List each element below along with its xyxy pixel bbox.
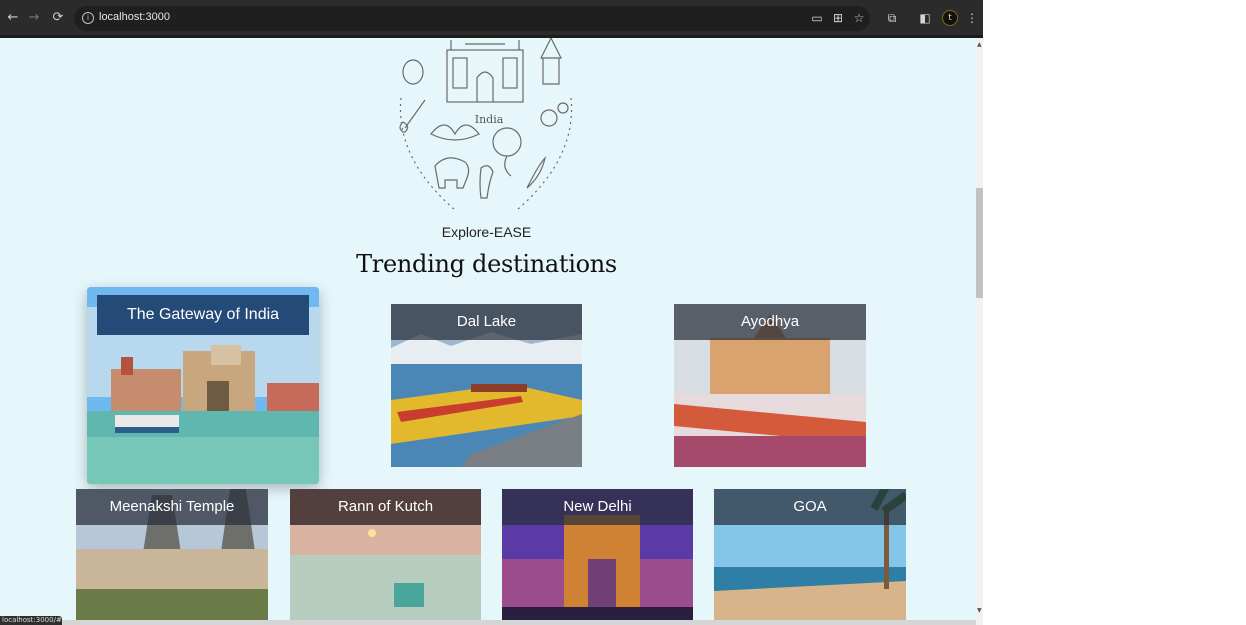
india-doodle-logo: India <box>399 38 573 211</box>
scroll-up-arrow-icon[interactable]: ▲ <box>977 41 982 48</box>
cast-icon[interactable]: ▭ <box>810 11 824 25</box>
destination-title: Rann of Kutch <box>290 489 481 525</box>
url-text[interactable]: localhost:3000 <box>99 11 170 23</box>
destination-title: Ayodhya <box>674 304 866 340</box>
destination-title: Dal Lake <box>391 304 582 340</box>
vertical-scrollbar[interactable] <box>976 38 983 625</box>
section-heading: Trending destinations <box>356 250 617 278</box>
extensions-icon[interactable]: ⧉ <box>884 10 900 26</box>
side-panel-icon[interactable]: ◧ <box>917 10 933 26</box>
destination-card[interactable]: The Gateway of India <box>87 287 319 484</box>
reload-icon[interactable]: ⟳ <box>50 10 66 26</box>
translate-icon[interactable]: ⊞ <box>831 11 845 25</box>
bookmark-star-icon[interactable]: ☆ <box>852 11 866 25</box>
destination-card[interactable]: Dal Lake <box>391 304 582 467</box>
back-icon[interactable]: ← <box>5 10 21 26</box>
forward-icon[interactable]: → <box>26 10 42 26</box>
destination-card[interactable]: Rann of Kutch <box>290 489 481 621</box>
site-info-icon[interactable]: i <box>82 12 94 24</box>
status-bubble: localhost:3000/# <box>0 616 62 625</box>
destination-card[interactable]: GOA <box>714 489 906 621</box>
address-bar[interactable]: i localhost:3000 ▭ ⊞ ☆ <box>74 6 870 31</box>
destination-title: New Delhi <box>502 489 693 525</box>
browser-window: ← → ⟳ i localhost:3000 ▭ ⊞ ☆ ⧉ ◧ t ⋮ Ind… <box>0 0 983 625</box>
destination-title: Meenakshi Temple <box>76 489 268 525</box>
logo-text: India <box>475 113 504 126</box>
profile-avatar[interactable]: t <box>942 10 958 26</box>
horizontal-scrollbar[interactable] <box>0 620 976 625</box>
scroll-down-arrow-icon[interactable]: ▼ <box>977 607 982 614</box>
menu-kebab-icon[interactable]: ⋮ <box>964 10 980 26</box>
destination-title: GOA <box>714 489 906 525</box>
destination-card[interactable]: New Delhi <box>502 489 693 621</box>
brand-name: Explore-EASE <box>441 224 532 240</box>
destination-title: The Gateway of India <box>97 295 309 335</box>
vertical-scrollbar-thumb[interactable] <box>976 188 983 298</box>
destination-card[interactable]: Ayodhya <box>674 304 866 467</box>
browser-toolbar: ← → ⟳ i localhost:3000 ▭ ⊞ ☆ ⧉ ◧ t ⋮ <box>0 0 983 38</box>
destination-card[interactable]: Meenakshi Temple <box>76 489 268 621</box>
